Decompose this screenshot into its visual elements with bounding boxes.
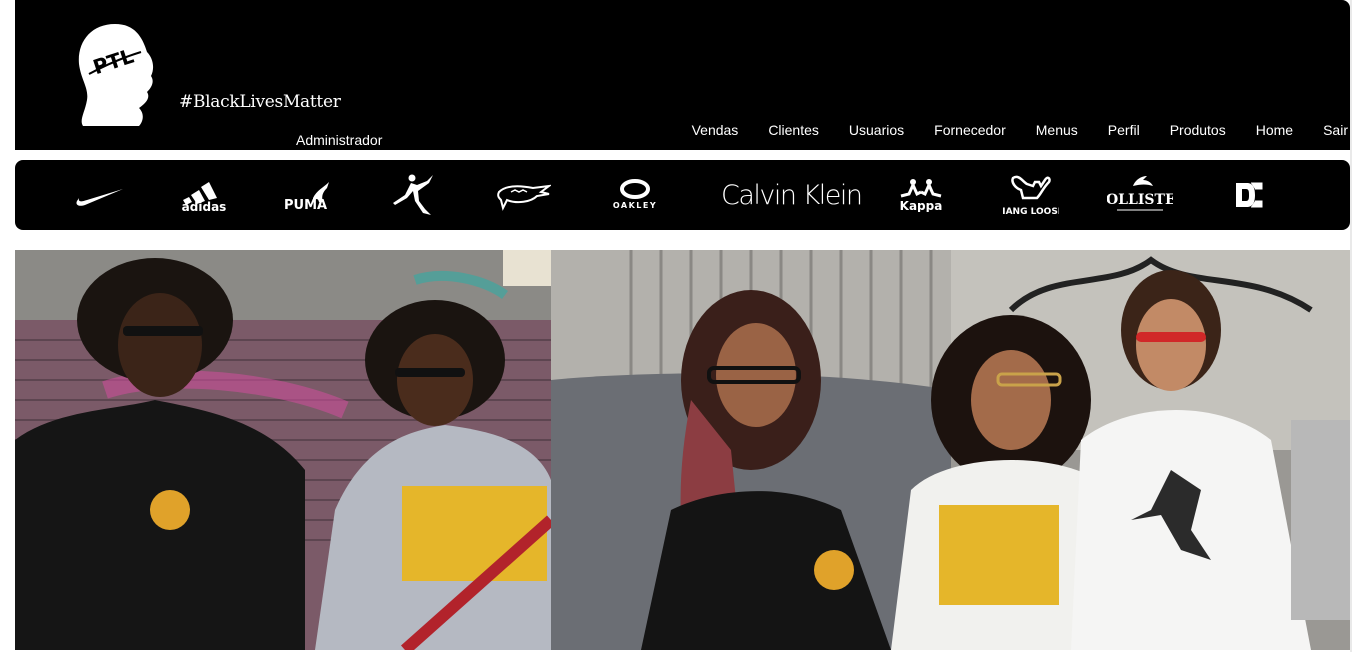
lacoste-croc-icon[interactable] — [497, 178, 551, 212]
oakley-logo-icon[interactable]: OAKLEY — [607, 178, 663, 210]
nav-menus[interactable]: Menus — [1036, 122, 1078, 138]
nav-sair[interactable]: Sair — [1323, 122, 1348, 138]
main-nav: Vendas Clientes Usuarios Fornecedor Menu… — [662, 122, 1350, 138]
nav-home[interactable]: Home — [1256, 122, 1293, 138]
site-header: PTL #BlackLivesMatter Administrador Vend… — [15, 0, 1350, 150]
kappa-logo-icon[interactable]: Kappa — [893, 176, 949, 212]
oakley-wordmark: OAKLEY — [613, 201, 657, 210]
nav-perfil[interactable]: Perfil — [1108, 122, 1140, 138]
hang-loose-logo-icon[interactable]: HANG LOOSE — [1003, 172, 1059, 218]
hang-loose-wordmark: HANG LOOSE — [1003, 207, 1059, 217]
nav-clientes[interactable]: Clientes — [768, 122, 819, 138]
nike-logo-icon[interactable] — [75, 185, 125, 207]
hollister-wordmark: HOLLISTER — [1107, 192, 1173, 208]
nav-fornecedor[interactable]: Fornecedor — [934, 122, 1006, 138]
nav-usuarios[interactable]: Usuarios — [849, 122, 904, 138]
kappa-wordmark: Kappa — [900, 199, 943, 212]
user-role-label: Administrador — [296, 132, 383, 148]
nav-vendas[interactable]: Vendas — [692, 122, 739, 138]
dc-shoes-logo-icon[interactable] — [1233, 180, 1265, 210]
puma-logo-icon[interactable]: PUMA — [283, 180, 333, 212]
hero-banner — [15, 250, 1350, 650]
hero-photo-right — [551, 250, 1350, 650]
hero-photo-left — [15, 250, 551, 650]
tagline: #BlackLivesMatter — [179, 92, 341, 112]
adidas-wordmark: adidas — [182, 200, 227, 212]
adidas-logo-icon[interactable]: adidas — [177, 180, 231, 212]
jordan-jumpman-icon[interactable] — [385, 173, 437, 217]
calvin-klein-logo[interactable]: Calvin Klein — [721, 180, 863, 211]
hollister-logo-icon[interactable]: HOLLISTER — [1107, 172, 1173, 218]
brand-bar: adidas PUMA OAKLEY Calvin Klein Kappa HA… — [15, 160, 1350, 230]
ptl-head-logo: PTL — [78, 24, 154, 126]
nav-produtos[interactable]: Produtos — [1170, 122, 1226, 138]
